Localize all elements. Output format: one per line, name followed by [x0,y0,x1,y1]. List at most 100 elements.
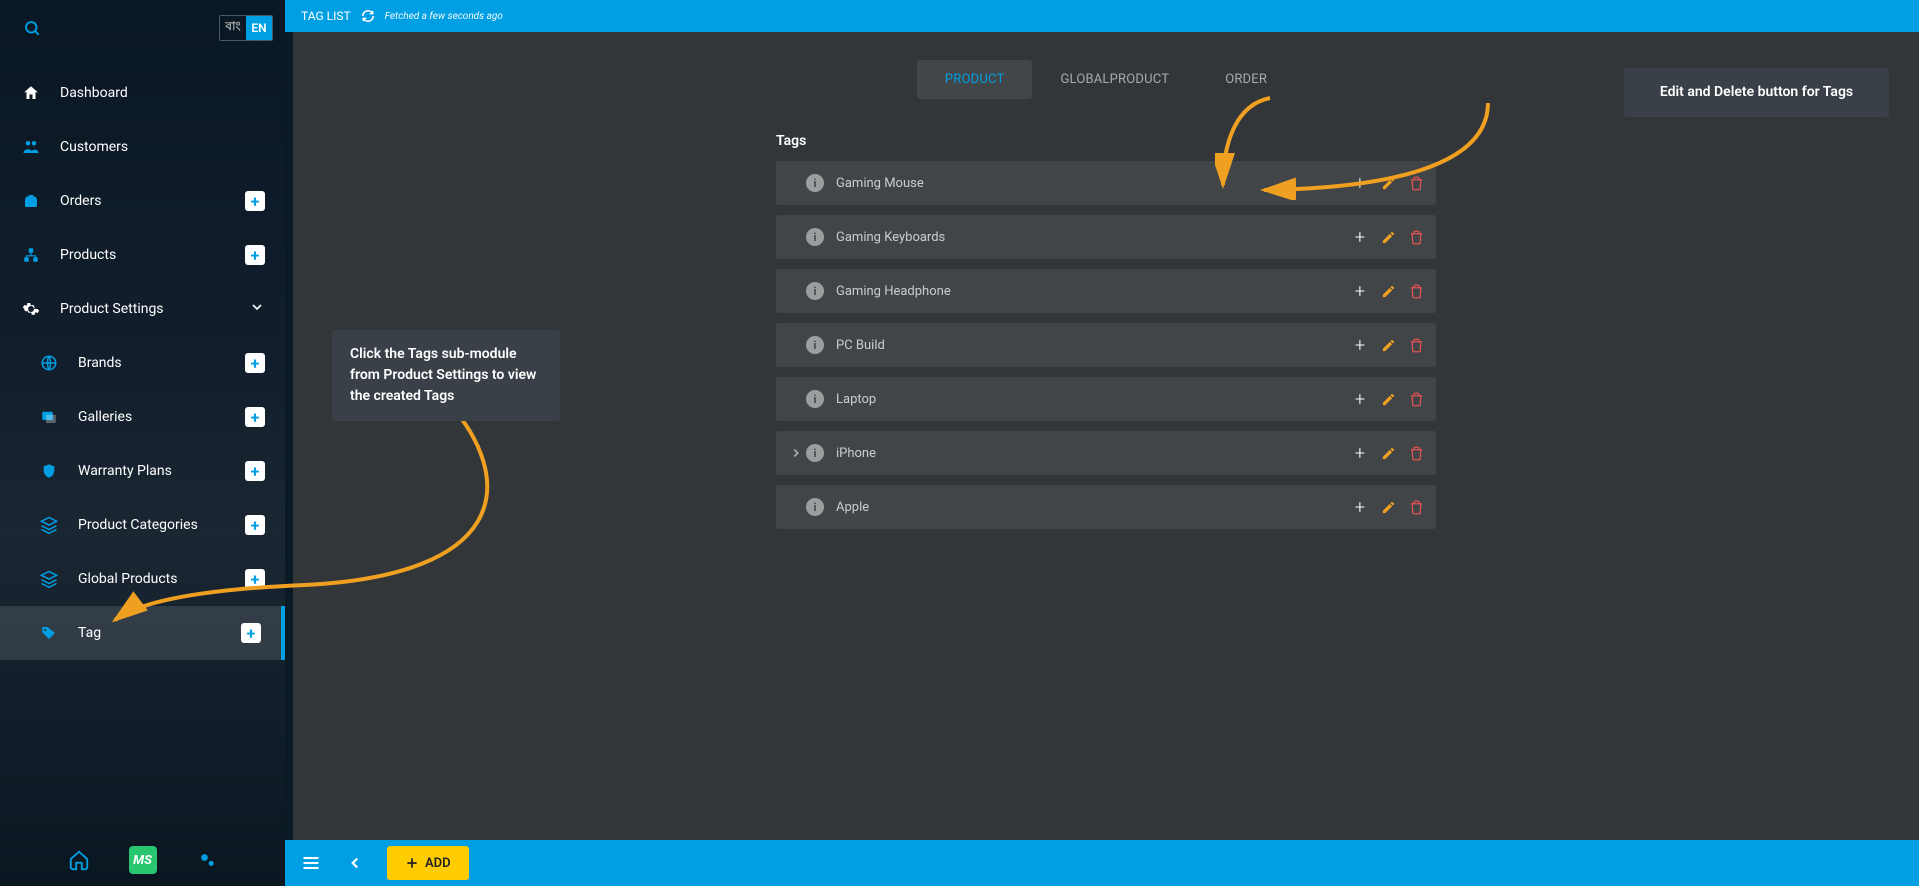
delete-button[interactable] [1406,227,1426,247]
edit-button[interactable] [1378,281,1398,301]
nav-add-products[interactable]: + [245,245,265,265]
subnav-warranty[interactable]: Warranty Plans + [0,444,285,498]
edit-button[interactable] [1378,443,1398,463]
nav-product-settings[interactable]: Product Settings [0,282,285,336]
refresh-icon [361,9,375,23]
tab-globalproduct[interactable]: GLOBALPRODUCT [1032,60,1197,99]
tab-product[interactable]: PRODUCT [917,60,1033,99]
delete-button[interactable] [1406,281,1426,301]
nav: Dashboard Customers Orders + Products + [0,66,285,660]
add-button[interactable]: ADD [387,846,469,880]
nav-label-customers: Customers [60,139,265,155]
tag-row: iiPhone+ [776,431,1436,475]
chevron-right-icon [789,446,803,460]
edit-button[interactable] [1378,497,1398,517]
subnav-add-brands[interactable]: + [245,353,265,373]
pencil-icon [1381,446,1396,461]
add-child-button[interactable]: + [1350,389,1370,409]
subnav-add-warranty[interactable]: + [245,461,265,481]
subnav-categories[interactable]: Product Categories + [0,498,285,552]
layers-icon [38,514,60,536]
ms-logo[interactable]: MS [129,846,157,874]
lang-en[interactable]: EN [246,16,272,40]
pencil-icon [1381,176,1396,191]
add-child-button[interactable]: + [1350,443,1370,463]
tag-name: Apple [836,500,1350,515]
add-child-button[interactable]: + [1350,173,1370,193]
pencil-icon [1381,230,1396,245]
subnav-add-categories[interactable]: + [245,515,265,535]
add-child-button[interactable]: + [1350,335,1370,355]
subnav-add-galleries[interactable]: + [245,407,265,427]
nav-add-orders[interactable]: + [245,191,265,211]
nav-label-dashboard: Dashboard [60,85,265,101]
footer-home[interactable] [67,848,91,872]
refresh-button[interactable] [361,9,375,23]
tab-order[interactable]: ORDER [1197,60,1295,99]
chevron-down-icon [249,299,265,319]
add-child-button[interactable]: + [1350,227,1370,247]
add-child-button[interactable]: + [1350,281,1370,301]
search-button[interactable] [12,8,52,48]
trash-icon [1409,176,1424,191]
gear-icon [20,298,42,320]
customers-icon [20,136,42,158]
subnav-add-global-products[interactable]: + [245,569,265,589]
callout-edit-delete: Edit and Delete button for Tags [1624,68,1889,117]
delete-button[interactable] [1406,443,1426,463]
tag-actions: + [1350,227,1426,247]
delete-button[interactable] [1406,173,1426,193]
edit-button[interactable] [1378,227,1398,247]
nav-dashboard[interactable]: Dashboard [0,66,285,120]
subnav-label-galleries: Galleries [78,409,245,425]
subnav-global-products[interactable]: Global Products + [0,552,285,606]
sidebar-top: বাং EN [0,0,285,56]
trash-icon [1409,230,1424,245]
info-icon[interactable]: i [806,498,824,516]
info-icon[interactable]: i [806,390,824,408]
page-title: TAG LIST [301,9,351,23]
delete-button[interactable] [1406,335,1426,355]
menu-button[interactable] [299,851,323,875]
tag-actions: + [1350,281,1426,301]
tag-list: Tags iGaming Mouse+iGaming Keyboards+iGa… [776,133,1436,529]
nav-orders[interactable]: Orders + [0,174,285,228]
tag-actions: + [1350,389,1426,409]
lang-bn[interactable]: বাং [220,16,246,40]
sidebar: বাং EN Dashboard Customers Orders + [0,0,285,886]
globe-icon [38,352,60,374]
info-icon[interactable]: i [806,228,824,246]
pencil-icon [1381,338,1396,353]
subnav-add-tag[interactable]: + [241,623,261,643]
subnav-brands[interactable]: Brands + [0,336,285,390]
tag-actions: + [1350,443,1426,463]
tag-row: i Apple+ [776,485,1436,529]
edit-button[interactable] [1378,173,1398,193]
subnav-tag[interactable]: Tag + [0,606,285,660]
subnav-galleries[interactable]: Galleries + [0,390,285,444]
info-icon[interactable]: i [806,174,824,192]
footer-settings[interactable] [195,848,219,872]
menu-icon [301,853,321,873]
subnav-label-warranty: Warranty Plans [78,463,245,479]
nav-customers[interactable]: Customers [0,120,285,174]
home-outline-icon [68,849,90,871]
info-icon[interactable]: i [806,444,824,462]
subnav-label-tag: Tag [78,625,241,641]
back-button[interactable] [343,851,367,875]
edit-button[interactable] [1378,335,1398,355]
plus-icon [405,856,419,870]
shield-icon [38,460,60,482]
expand-toggle[interactable] [786,446,806,460]
delete-button[interactable] [1406,497,1426,517]
subnav-label-global-products: Global Products [78,571,245,587]
nav-products[interactable]: Products + [0,228,285,282]
info-icon[interactable]: i [806,336,824,354]
settings-icon [197,850,217,870]
trash-icon [1409,500,1424,515]
edit-button[interactable] [1378,389,1398,409]
delete-button[interactable] [1406,389,1426,409]
add-child-button[interactable]: + [1350,497,1370,517]
products-icon [20,244,42,266]
info-icon[interactable]: i [806,282,824,300]
